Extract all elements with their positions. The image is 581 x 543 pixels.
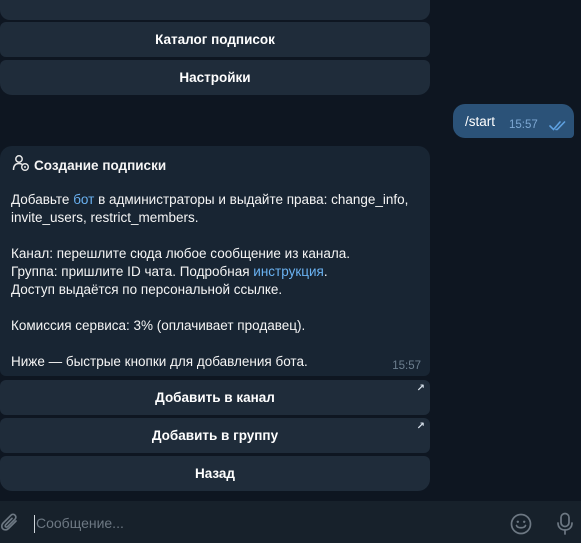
catalog-button-label: Каталог подписок — [155, 32, 275, 47]
message-input[interactable] — [36, 510, 476, 536]
text-fragment: в администраторы и выдайте права: change… — [94, 192, 409, 207]
keyboard-button-partial[interactable] — [0, 0, 430, 20]
message-line: Канал: перешлите сюда любое сообщение из… — [11, 246, 350, 261]
add-to-group-button[interactable]: Добавить в группу ↗ — [0, 418, 430, 453]
external-link-icon: ↗ — [416, 383, 425, 394]
message-line: invite_users, restrict_members. — [11, 210, 199, 225]
settings-button[interactable]: Настройки — [0, 60, 430, 95]
outgoing-message-time: 15:57 — [509, 119, 538, 131]
message-line: Группа: пришлите ID чата. Подробная инст… — [11, 263, 416, 281]
paperclip-icon[interactable] — [0, 512, 20, 539]
message-line: Добавьте бот в администраторы и выдайте … — [11, 191, 416, 209]
back-button[interactable]: Назад — [0, 456, 430, 491]
add-to-group-label: Добавить в группу — [151, 428, 279, 443]
message-line: Комиссия сервиса: 3% (оплачивает продаве… — [11, 318, 306, 333]
catalog-button[interactable]: Каталог подписок — [0, 22, 430, 57]
message-body: Добавьте бот в администраторы и выдайте … — [11, 191, 416, 371]
external-link-icon: ↗ — [416, 421, 425, 432]
message-line: Доступ выдаётся по персональной ссылке. — [11, 282, 283, 297]
add-to-channel-label: Добавить в канал — [155, 390, 275, 405]
user-gear-icon — [12, 154, 30, 177]
incoming-message[interactable]: Создание подписки Добавьте бот в админис… — [0, 146, 430, 376]
text-fragment: Группа: пришлите ID чата. Подробная — [11, 264, 254, 279]
double-check-icon — [549, 118, 567, 136]
microphone-icon[interactable] — [556, 512, 574, 541]
bot-link[interactable]: бот — [73, 192, 94, 207]
instruction-link[interactable]: инструкция — [253, 264, 324, 279]
text-cursor — [34, 515, 35, 533]
emoji-icon[interactable] — [510, 513, 532, 540]
message-composer — [0, 501, 581, 543]
back-button-label: Назад — [194, 466, 236, 481]
text-fragment: . — [323, 264, 328, 279]
settings-button-label: Настройки — [179, 70, 251, 85]
message-header: Создание подписки — [12, 154, 166, 177]
add-to-channel-button[interactable]: Добавить в канал ↗ — [0, 380, 430, 415]
incoming-message-time: 15:57 — [392, 360, 421, 372]
outgoing-message-text: /start — [465, 114, 496, 129]
chat-area: Каталог подписок Настройки /start 15:57 — [0, 0, 581, 501]
message-title: Создание подписки — [34, 158, 167, 173]
text-fragment: Добавьте — [11, 192, 74, 207]
message-line: Ниже — быстрые кнопки для добавления бот… — [11, 354, 308, 369]
outgoing-message[interactable]: /start 15:57 — [453, 104, 574, 138]
